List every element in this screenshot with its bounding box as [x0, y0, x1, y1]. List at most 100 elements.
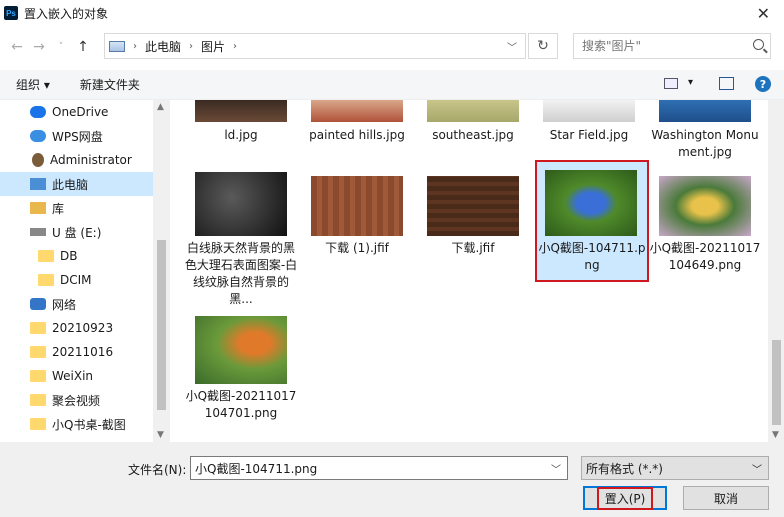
- file-item[interactable]: southeast.jpg: [416, 100, 530, 162]
- filename-value: 小Q截图-104711.png: [195, 461, 318, 476]
- filename-label: 文件名(N):: [128, 463, 187, 477]
- scroll-down-icon[interactable]: ▼: [772, 430, 779, 440]
- filetype-value: 所有格式 (*.*): [586, 461, 663, 476]
- folder-icon: [30, 346, 46, 358]
- navigation-bar: ← → ˅ ↑ › 此电脑 › 图片 › ﹀ ↻: [0, 30, 784, 64]
- refresh-button[interactable]: ↻: [528, 33, 558, 59]
- sidebar-item-db[interactable]: DB: [0, 244, 153, 268]
- sidebar-item-party-video[interactable]: 聚会视频: [0, 388, 153, 412]
- close-icon[interactable]: ✕: [757, 4, 770, 23]
- content-scroll-thumb[interactable]: [772, 340, 781, 425]
- sidebar-item-label: WPS网盘: [52, 129, 103, 144]
- sidebar-scroll-thumb[interactable]: [157, 240, 166, 410]
- folder-icon: [38, 250, 54, 262]
- sidebar-item-label: WeiXin: [52, 369, 94, 383]
- file-item[interactable]: ld.jpg: [184, 100, 298, 162]
- view-icon[interactable]: [664, 78, 678, 89]
- file-name: 白线脉天然背景的黑色大理石表面图案-白线纹脉自然背景的黑...: [184, 241, 298, 306]
- recent-dropdown-icon[interactable]: ˅: [50, 42, 72, 52]
- chevron-down-icon[interactable]: ﹀: [551, 461, 561, 476]
- sidebar-item-onedrive[interactable]: OneDrive: [0, 100, 153, 124]
- network-icon: [30, 298, 46, 310]
- cancel-button[interactable]: 取消: [683, 486, 769, 510]
- chevron-down-icon[interactable]: ﹀: [507, 39, 517, 54]
- address-bar[interactable]: › 此电脑 › 图片 › ﹀: [104, 33, 526, 59]
- breadcrumb-pictures[interactable]: 图片: [201, 38, 225, 55]
- thumbnail-image: [195, 100, 287, 122]
- chevron-right-icon[interactable]: ›: [133, 41, 137, 52]
- search-input[interactable]: [582, 39, 752, 53]
- pc-icon: [30, 178, 46, 190]
- scroll-down-icon[interactable]: ▼: [157, 430, 164, 440]
- up-icon[interactable]: ↑: [72, 39, 94, 55]
- preview-pane-icon[interactable]: [719, 77, 734, 90]
- thumbnail-image: [195, 316, 287, 384]
- command-toolbar: 组织 ▾ 新建文件夹 ▾ ?: [0, 70, 784, 100]
- title-bar: Ps 置入嵌入的对象 ✕: [0, 0, 784, 26]
- file-name: Washington Monument.jpg: [651, 128, 759, 159]
- file-item[interactable]: 白线脉天然背景的黑色大理石表面图案-白线纹脉自然背景的黑...: [184, 172, 298, 312]
- sidebar-item-label: U 盘 (E:): [52, 225, 102, 240]
- selected-file-item[interactable]: 小Q截图-104711.png: [535, 160, 649, 282]
- place-button[interactable]: 置入(P): [583, 486, 667, 510]
- sidebar-item-this-pc[interactable]: 此电脑: [0, 172, 153, 196]
- thumbnail-image: [545, 170, 637, 236]
- help-icon[interactable]: ?: [755, 76, 771, 92]
- window-title: 置入嵌入的对象: [24, 6, 109, 21]
- sidebar-item-label: OneDrive: [52, 105, 109, 119]
- file-name: 下载 (1).jfif: [325, 241, 389, 255]
- organize-button[interactable]: 组织 ▾: [16, 76, 50, 93]
- pc-icon: [109, 40, 125, 52]
- sidebar-item-wps[interactable]: WPS网盘: [0, 124, 153, 148]
- file-item[interactable]: 下载 (1).jfif: [300, 172, 414, 272]
- sidebar-item-dcim[interactable]: DCIM: [0, 268, 153, 292]
- file-item[interactable]: Washington Monument.jpg: [648, 100, 762, 162]
- file-item[interactable]: 小Q截图-20211017104649.png: [648, 172, 762, 292]
- chevron-down-icon[interactable]: ﹀: [752, 461, 762, 476]
- thumbnail-image: [311, 100, 403, 122]
- sidebar-scrollbar[interactable]: ▲ ▼: [153, 100, 170, 442]
- library-icon: [30, 202, 46, 214]
- file-item[interactable]: painted hills.jpg: [300, 100, 414, 162]
- file-item[interactable]: 小Q截图-20211017104701.png: [184, 312, 298, 442]
- sidebar-item-usb-drive[interactable]: U 盘 (E:): [0, 220, 153, 244]
- file-name: ld.jpg: [224, 128, 258, 142]
- file-name: 小Q截图-20211017104701.png: [185, 389, 297, 420]
- onedrive-icon: [30, 106, 46, 118]
- refresh-icon: ↻: [537, 38, 549, 54]
- file-item[interactable]: 下载.jfif: [416, 172, 530, 272]
- chevron-right-icon[interactable]: ›: [233, 41, 237, 52]
- filetype-select[interactable]: 所有格式 (*.*) ﹀: [581, 456, 769, 480]
- sidebar-item-label: DB: [60, 249, 78, 263]
- sidebar-item-20211016[interactable]: 20211016: [0, 340, 153, 364]
- folder-icon: [30, 394, 46, 406]
- sidebar-item-20210923[interactable]: 20210923: [0, 316, 153, 340]
- filename-input[interactable]: 小Q截图-104711.png ﹀: [190, 456, 568, 480]
- search-icon[interactable]: [753, 39, 764, 50]
- drive-icon: [30, 228, 46, 236]
- sidebar-item-library[interactable]: 库: [0, 196, 153, 220]
- breadcrumb-this-pc[interactable]: 此电脑: [145, 38, 181, 55]
- chevron-down-icon[interactable]: ▾: [688, 77, 693, 88]
- sidebar-item-label: 小Q书桌-截图: [52, 417, 126, 432]
- sidebar-item-weixin[interactable]: WeiXin: [0, 364, 153, 388]
- back-icon[interactable]: ←: [6, 39, 28, 55]
- content-scrollbar[interactable]: ▼: [768, 100, 784, 442]
- footer-panel: 文件名(N): 小Q截图-104711.png ﹀ 所有格式 (*.*) ﹀ 置…: [0, 442, 784, 517]
- scroll-up-icon[interactable]: ▲: [157, 102, 164, 112]
- folder-icon: [30, 370, 46, 382]
- place-button-label: 置入(P): [596, 486, 654, 510]
- sidebar-item-administrator[interactable]: Administrator: [0, 148, 153, 172]
- file-item[interactable]: Star Field.jpg: [532, 100, 646, 162]
- folder-icon: [30, 418, 46, 430]
- new-folder-button[interactable]: 新建文件夹: [80, 76, 140, 93]
- sidebar-item-network[interactable]: 网络: [0, 292, 153, 316]
- search-box[interactable]: [573, 33, 771, 59]
- sidebar-item-xiaoq-screenshots[interactable]: 小Q书桌-截图: [0, 412, 153, 436]
- chevron-right-icon[interactable]: ›: [189, 41, 193, 52]
- forward-icon[interactable]: →: [28, 39, 50, 55]
- thumbnail-image: [659, 176, 751, 236]
- sidebar-item-label: 网络: [52, 297, 77, 312]
- file-name: southeast.jpg: [432, 128, 514, 142]
- file-name: 小Q截图-20211017104649.png: [649, 241, 761, 272]
